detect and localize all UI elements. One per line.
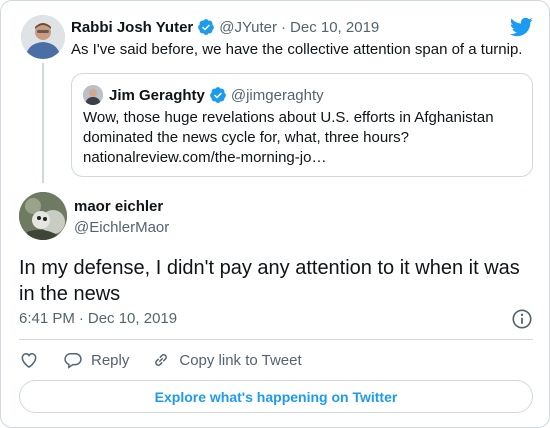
main-tweet-timestamp[interactable]: 6:41 PM · Dec 10, 2019 <box>19 310 177 327</box>
reply-icon <box>64 352 82 369</box>
avatar-image <box>19 192 67 240</box>
avatar-image <box>21 15 65 59</box>
quoted-author-handle: @jimgeraghty <box>230 86 324 104</box>
thread-connector-line <box>42 63 44 183</box>
quoted-tweet-text: Wow, those huge revelations about U.S. e… <box>83 109 494 146</box>
tweet-actions-bar: Reply Copy link to Tweet <box>19 348 302 372</box>
reply-label: Reply <box>91 351 130 369</box>
heart-icon <box>21 352 37 368</box>
actions-divider <box>19 339 533 340</box>
main-tweet-text: In my defense, I didn't pay any attentio… <box>19 257 520 305</box>
main-author-name[interactable]: maor eichler <box>74 198 163 215</box>
twitter-bird-icon[interactable] <box>509 15 533 39</box>
quoted-author-name: Jim Geraghty <box>109 86 205 104</box>
header-separator: · <box>281 18 287 36</box>
link-icon <box>155 354 168 366</box>
parent-tweet-header: Rabbi Josh Yuter @JYuter · Dec 10, 2019 <box>71 17 379 37</box>
quoted-author-avatar <box>83 85 103 105</box>
parent-tweet-text: As I've said before, we have the collect… <box>71 41 523 58</box>
copy-link-label: Copy link to Tweet <box>179 351 302 369</box>
verified-badge-icon <box>209 87 226 103</box>
embedded-tweet-card: Rabbi Josh Yuter @JYuter · Dec 10, 2019 … <box>0 0 550 428</box>
main-author-handle[interactable]: @EichlerMaor <box>74 219 169 236</box>
parent-tweet-date[interactable]: Dec 10, 2019 <box>290 19 379 36</box>
quoted-tweet-link[interactable]: nationalreview.com/the-morning-jo… <box>83 148 326 168</box>
info-icon[interactable] <box>511 308 533 330</box>
parent-author-avatar[interactable] <box>21 15 65 59</box>
main-author-avatar[interactable] <box>19 192 67 240</box>
parent-author-name[interactable]: Rabbi Josh Yuter <box>71 19 193 36</box>
verified-badge-icon <box>198 19 215 35</box>
copy-link-button[interactable]: Copy link to Tweet <box>151 350 302 370</box>
quoted-tweet-header: Jim Geraghty @jimgeraghty <box>109 85 324 105</box>
like-button[interactable] <box>19 350 39 370</box>
quoted-tweet-card[interactable]: Jim Geraghty @jimgeraghty Wow, those hug… <box>71 73 533 177</box>
timestamp-separator: · <box>78 310 84 327</box>
tweet-date[interactable]: Dec 10, 2019 <box>88 310 177 327</box>
explore-twitter-button[interactable]: Explore what's happening on Twitter <box>19 380 533 413</box>
reply-button[interactable]: Reply <box>63 350 129 370</box>
avatar-image <box>83 85 103 105</box>
parent-author-handle[interactable]: @JYuter <box>219 19 277 36</box>
tweet-time[interactable]: 6:41 PM <box>19 310 75 327</box>
